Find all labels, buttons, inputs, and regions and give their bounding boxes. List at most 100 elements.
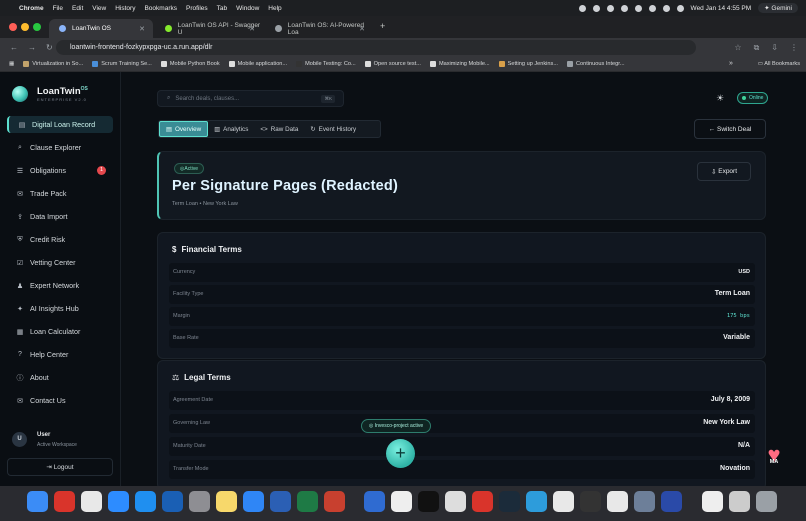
acrobat-icon[interactable] bbox=[54, 491, 75, 512]
app-store-icon[interactable] bbox=[135, 491, 156, 512]
menu-edit[interactable]: Edit bbox=[72, 5, 83, 12]
app-icon[interactable] bbox=[499, 491, 520, 512]
switch-deal-button[interactable]: ← Switch Deal bbox=[694, 119, 766, 139]
sidebar-item-trade-pack[interactable]: ✉ Trade Pack bbox=[7, 185, 113, 202]
menu-window[interactable]: Window bbox=[236, 5, 259, 12]
more-bookmarks-button[interactable]: » bbox=[729, 60, 733, 67]
tray-icon[interactable] bbox=[606, 4, 614, 12]
sidebar-item-data-import[interactable]: ⇪ Data Import bbox=[7, 208, 113, 225]
logout-button[interactable]: ⇥ Logout bbox=[7, 458, 113, 476]
minimize-window-icon[interactable] bbox=[21, 23, 29, 31]
new-tab-button[interactable]: + bbox=[380, 21, 385, 31]
powerpoint-icon[interactable] bbox=[324, 491, 345, 512]
tray-icon[interactable] bbox=[634, 4, 642, 12]
tray-icon[interactable] bbox=[620, 4, 628, 12]
menu-file[interactable]: File bbox=[53, 5, 63, 12]
sidebar-item-obligations[interactable]: ☰ Obligations 1 bbox=[7, 162, 113, 179]
sidebar-item-contact-us[interactable]: ✉ Contact Us bbox=[7, 392, 113, 409]
tray-icon[interactable] bbox=[648, 4, 656, 12]
menu-tab[interactable]: Tab bbox=[217, 5, 227, 12]
bookmark-star-icon[interactable]: ☆ bbox=[734, 43, 741, 52]
address-bar[interactable]: loantwin-frontend-fozkypxpga-uc.a.run.ap… bbox=[56, 40, 696, 55]
maximize-window-icon[interactable] bbox=[33, 23, 41, 31]
heart-assistant-button[interactable]: ♥ MA bbox=[762, 444, 786, 466]
menu-view[interactable]: View bbox=[92, 5, 106, 12]
wifi-icon[interactable] bbox=[662, 4, 670, 12]
app-icon[interactable] bbox=[634, 491, 655, 512]
sidebar-item-expert-network[interactable]: ♟ Expert Network bbox=[7, 277, 113, 294]
theme-toggle-sun-icon[interactable]: ☀ bbox=[716, 93, 724, 104]
finder-icon[interactable] bbox=[27, 491, 48, 512]
tab-analytics[interactable]: ▥ Analytics bbox=[208, 121, 254, 137]
bookmark-item[interactable]: Setting up Jenkins... bbox=[498, 61, 558, 67]
document-icon[interactable] bbox=[702, 491, 723, 512]
extensions-icon[interactable]: ⧉ bbox=[754, 43, 760, 53]
trash-icon[interactable] bbox=[756, 491, 777, 512]
search-input[interactable]: ⌕ Search deals, clauses... ⌘K bbox=[157, 90, 344, 107]
browser-tab[interactable]: LoanTwin OS ✕ bbox=[49, 19, 153, 38]
bookmark-item[interactable]: Open source test... bbox=[364, 61, 421, 67]
close-tab-icon[interactable]: ✕ bbox=[359, 25, 365, 33]
bookmark-item[interactable]: Continuous Integr... bbox=[566, 61, 625, 67]
forward-icon[interactable]: → bbox=[28, 43, 36, 52]
browser-tab[interactable]: LoanTwin OS API - Swagger U ✕ bbox=[155, 19, 263, 38]
tab-raw-data[interactable]: <> Raw Data bbox=[254, 121, 304, 137]
all-bookmarks-button[interactable]: ▭ All Bookmarks bbox=[758, 61, 800, 67]
sidebar-item-credit-risk[interactable]: ⛨ Credit Risk bbox=[7, 231, 113, 248]
bookmark-item[interactable]: Maximizing Mobile... bbox=[429, 61, 490, 67]
menu-profiles[interactable]: Profiles bbox=[186, 5, 208, 12]
close-tab-icon[interactable]: ✕ bbox=[249, 25, 255, 33]
word-icon[interactable] bbox=[270, 491, 291, 512]
chrome-icon[interactable] bbox=[553, 491, 574, 512]
docker-icon[interactable] bbox=[526, 491, 547, 512]
system-settings-icon[interactable] bbox=[189, 491, 210, 512]
slack-icon[interactable] bbox=[81, 491, 102, 512]
export-button[interactable]: ⇩ Export bbox=[697, 162, 751, 181]
window-icon[interactable] bbox=[729, 491, 750, 512]
preview-icon[interactable] bbox=[445, 491, 466, 512]
sidebar-item-about[interactable]: ⓘ About bbox=[7, 369, 113, 386]
excel-icon[interactable] bbox=[297, 491, 318, 512]
bookmark-item[interactable]: Mobile application... bbox=[228, 61, 287, 67]
menu-app-name[interactable]: Chrome bbox=[19, 5, 44, 12]
sidebar-item-ai-insights-hub[interactable]: ✦ AI Insights Hub bbox=[7, 300, 113, 317]
tab-event-history[interactable]: ↻ Event History bbox=[304, 121, 362, 137]
sidebar-item-vetting-center[interactable]: ☑ Vetting Center bbox=[7, 254, 113, 271]
search-icon[interactable] bbox=[676, 4, 684, 12]
tray-icon[interactable] bbox=[578, 4, 586, 12]
notes-icon[interactable] bbox=[216, 491, 237, 512]
textedit-icon[interactable] bbox=[391, 491, 412, 512]
bookmark-item[interactable]: Mobile Testing: Co... bbox=[296, 61, 356, 67]
acrobat-icon[interactable] bbox=[472, 491, 493, 512]
sidebar-item-digital-loan-record[interactable]: ▤ Digital Loan Record bbox=[7, 116, 113, 133]
app-icon[interactable] bbox=[364, 491, 385, 512]
gemini-button[interactable]: ✦ Gemini bbox=[758, 3, 798, 13]
chrome-icon[interactable] bbox=[607, 491, 628, 512]
app-icon[interactable] bbox=[162, 491, 183, 512]
app-icon[interactable] bbox=[661, 491, 682, 512]
user-profile[interactable]: U User Active Workspace bbox=[12, 430, 112, 452]
downloads-icon[interactable]: ⇩ bbox=[771, 43, 778, 52]
bookmark-item[interactable]: Mobile Python Book bbox=[160, 61, 220, 67]
menu-history[interactable]: History bbox=[115, 5, 135, 12]
reload-icon[interactable]: ↻ bbox=[46, 43, 53, 52]
tray-icon[interactable] bbox=[592, 4, 600, 12]
zoom-icon[interactable] bbox=[108, 491, 129, 512]
apps-grid-icon[interactable]: ▦ bbox=[9, 61, 14, 67]
add-fab-button[interactable]: + bbox=[386, 439, 415, 468]
menu-kebab-icon[interactable]: ⋮ bbox=[790, 43, 798, 52]
terminal-icon[interactable] bbox=[418, 491, 439, 512]
back-icon[interactable]: ← bbox=[10, 43, 18, 52]
sidebar-item-loan-calculator[interactable]: ▦ Loan Calculator bbox=[7, 323, 113, 340]
safari-icon[interactable] bbox=[243, 491, 264, 512]
tab-overview[interactable]: ▤ Overview bbox=[159, 121, 209, 137]
sidebar-item-help-center[interactable]: ? Help Center bbox=[7, 346, 113, 363]
bookmark-item[interactable]: Scrum Training Se... bbox=[92, 61, 152, 67]
clock[interactable]: Wed Jan 14 4:55 PM bbox=[691, 5, 752, 12]
app-icon[interactable] bbox=[580, 491, 601, 512]
browser-tab[interactable]: LoanTwin OS: AI-Powered Loa ✕ bbox=[265, 19, 373, 38]
bookmark-item[interactable]: Virtualization in So... bbox=[23, 61, 83, 67]
menu-help[interactable]: Help bbox=[268, 5, 281, 12]
menu-bookmarks[interactable]: Bookmarks bbox=[144, 5, 177, 12]
close-tab-icon[interactable]: ✕ bbox=[139, 25, 145, 33]
